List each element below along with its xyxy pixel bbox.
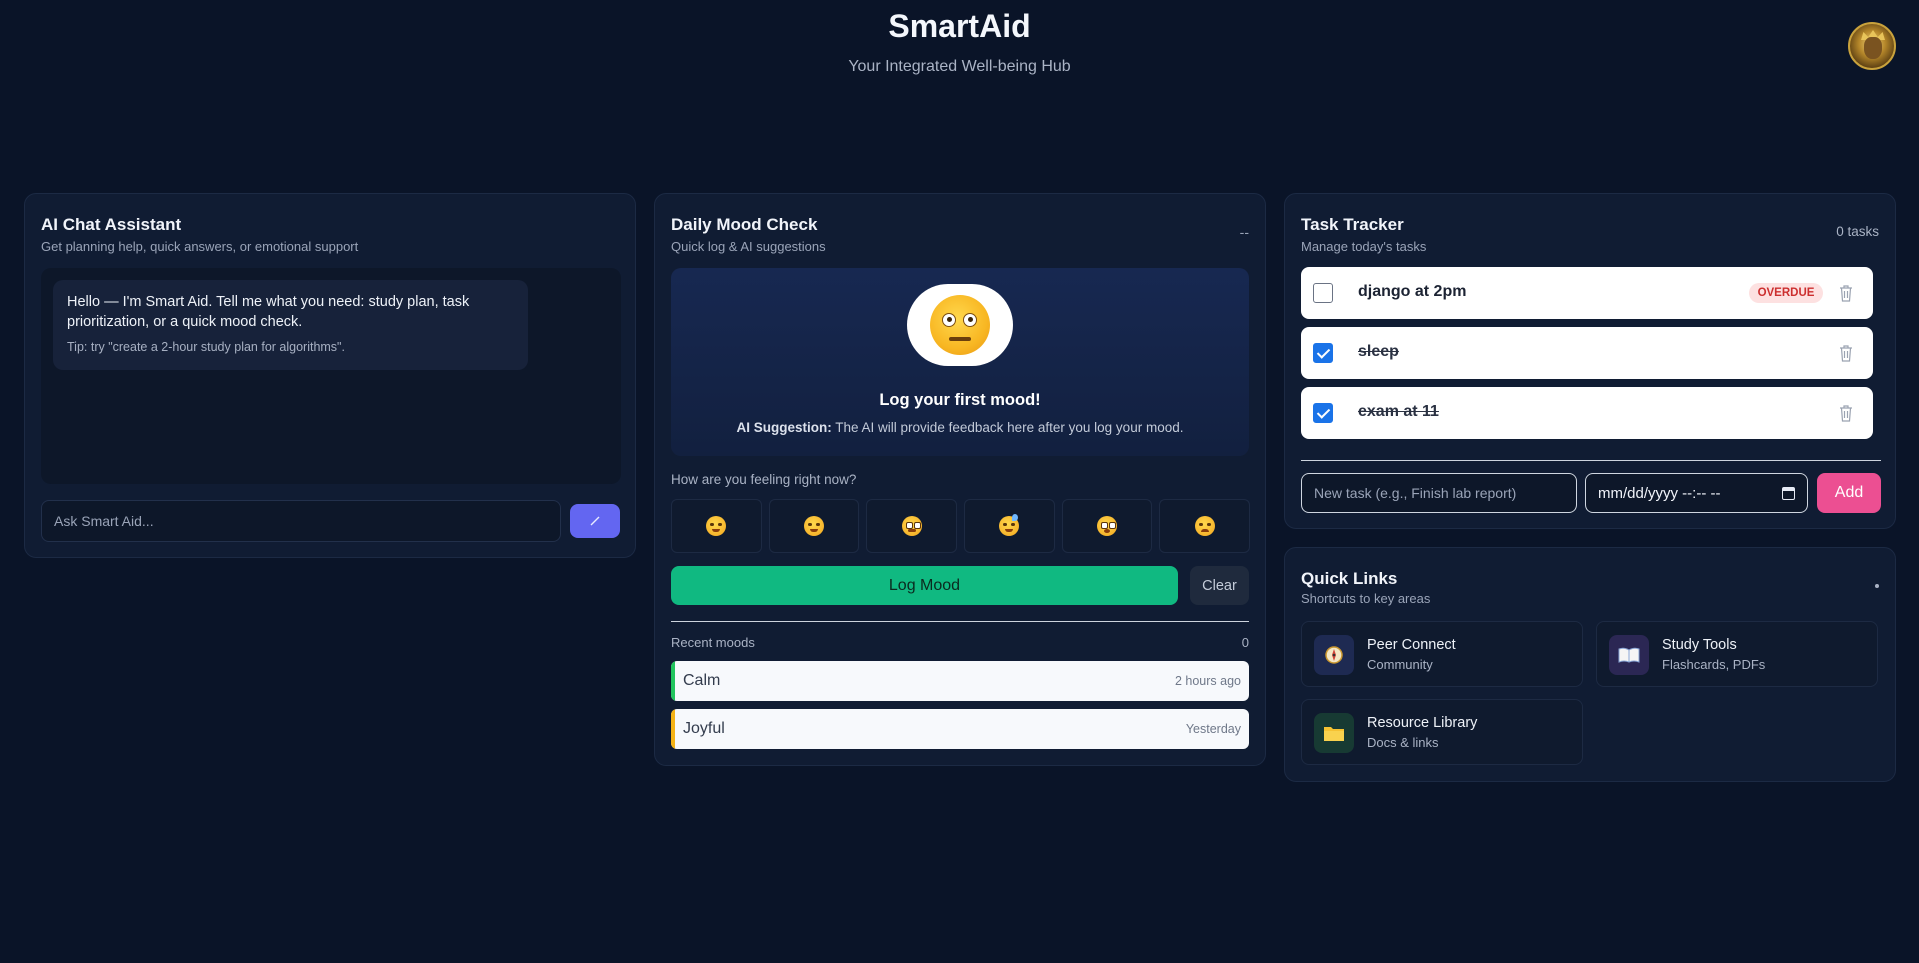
links-subtitle: Shortcuts to key areas [1301,591,1431,606]
recent-mood-item: Joyful Yesterday [671,709,1249,749]
content-face-icon [804,516,824,536]
tired-face-icon [999,514,1020,536]
app-subtitle: Your Integrated Well-being Hub [848,58,1071,75]
book-icon [1609,635,1649,675]
app-header: SmartAid Your Integrated Well-being Hub [0,0,1919,120]
chat-input[interactable] [41,500,561,542]
date-placeholder: mm/dd/yyyy --:-- -- [1598,484,1721,502]
ai-suggestion-label: AI Suggestion: [736,420,832,435]
chat-card: AI Chat Assistant Get planning help, qui… [24,193,636,558]
task-datetime-input[interactable]: mm/dd/yyyy --:-- -- [1585,473,1808,513]
trash-icon[interactable] [1839,404,1853,422]
task-text: django at 2pm [1358,283,1467,300]
mood-option-anxious[interactable] [1061,499,1153,553]
task-row: sleep [1301,327,1873,379]
quick-links-card: Quick Links Shortcuts to key areas Peer … [1284,547,1896,782]
task-tracker-card: Task Tracker Manage today's tasks 0 task… [1284,193,1896,529]
mood-option-happy[interactable] [671,499,762,553]
neutral-face-icon [901,516,922,536]
add-task-button[interactable]: Add [1817,473,1881,513]
tasks-title: Task Tracker [1301,215,1404,234]
chat-messages: Hello — I'm Smart Aid. Tell me what you … [41,268,621,484]
log-mood-button[interactable]: Log Mood [671,566,1178,605]
link-subtitle: Flashcards, PDFs [1662,657,1766,672]
mood-options [671,499,1251,553]
mood-name: Joyful [683,720,725,737]
mood-option-neutral[interactable] [866,499,958,553]
task-text: exam at 11 [1358,403,1439,420]
mood-counter: -- [1239,224,1249,240]
link-title: Study Tools [1662,637,1737,653]
recent-moods-count: 0 [1241,635,1249,650]
overdue-badge: OVERDUE [1749,283,1823,303]
mood-subtitle: Quick log & AI suggestions [671,239,826,254]
chat-subtitle: Get planning help, quick answers, or emo… [41,239,359,254]
recent-moods-label: Recent moods [671,635,755,650]
task-checkbox[interactable] [1313,283,1333,303]
neutral-face-icon [930,295,990,355]
link-subtitle: Community [1367,657,1433,672]
task-row: exam at 11 [1301,387,1873,439]
send-button[interactable] [570,504,620,538]
mood-emoji-badge [907,284,1013,366]
task-count: 0 tasks [1836,224,1879,239]
compass-icon [1314,635,1354,675]
mood-hero-title: Log your first mood! [879,391,1041,409]
link-peer-connect[interactable]: Peer Connect Community [1301,621,1583,687]
send-icon [590,516,600,526]
mood-color-bar [671,661,675,701]
mood-option-tired[interactable] [964,499,1055,553]
link-subtitle: Docs & links [1367,735,1439,750]
task-checkbox[interactable] [1313,403,1333,423]
mood-title: Daily Mood Check [671,215,818,234]
task-text: sleep [1358,343,1399,360]
new-task-input[interactable] [1301,473,1577,513]
chat-title: AI Chat Assistant [41,215,182,234]
mood-hero: Log your first mood! AI Suggestion: The … [671,268,1249,456]
user-avatar-icon[interactable] [1848,22,1896,70]
trash-icon[interactable] [1839,284,1853,302]
assistant-message: Hello — I'm Smart Aid. Tell me what you … [53,280,528,370]
link-study-tools[interactable]: Study Tools Flashcards, PDFs [1596,621,1878,687]
mood-time: 2 hours ago [1174,674,1241,688]
mood-time: Yesterday [1185,722,1241,736]
recent-mood-item: Calm 2 hours ago [671,661,1249,701]
app-title: SmartAid [888,8,1031,44]
mood-question: How are you feeling right now? [671,472,857,487]
sad-face-icon [1194,516,1215,536]
folder-icon [1314,713,1354,753]
mood-card: Daily Mood Check Quick log & AI suggesti… [654,193,1266,766]
message-text: Hello — I'm Smart Aid. Tell me what you … [67,294,470,330]
divider [1301,460,1881,461]
mood-option-sad[interactable] [1159,499,1251,553]
links-title: Quick Links [1301,569,1398,588]
tasks-subtitle: Manage today's tasks [1301,239,1427,254]
happy-face-icon [706,516,727,536]
avatar-face [1864,37,1882,59]
divider [671,621,1249,622]
anxious-face-icon [1097,516,1118,536]
task-row: django at 2pm OVERDUE [1301,267,1873,319]
trash-icon[interactable] [1839,344,1853,362]
link-resource-library[interactable]: Resource Library Docs & links [1301,699,1583,765]
calendar-icon[interactable] [1782,487,1795,500]
clear-button[interactable]: Clear [1190,566,1249,605]
message-tip: Tip: try "create a 2-hour study plan for… [67,340,345,354]
link-title: Peer Connect [1367,637,1456,653]
mood-option-content[interactable] [768,499,860,553]
mood-color-bar [671,709,675,749]
ai-suggestion: AI Suggestion: The AI will provide feedb… [671,420,1249,435]
status-dot [1875,584,1879,588]
task-checkbox[interactable] [1313,343,1333,363]
link-title: Resource Library [1367,715,1478,731]
mood-name: Calm [683,672,721,689]
ai-suggestion-text: The AI will provide feedback here after … [831,420,1184,435]
